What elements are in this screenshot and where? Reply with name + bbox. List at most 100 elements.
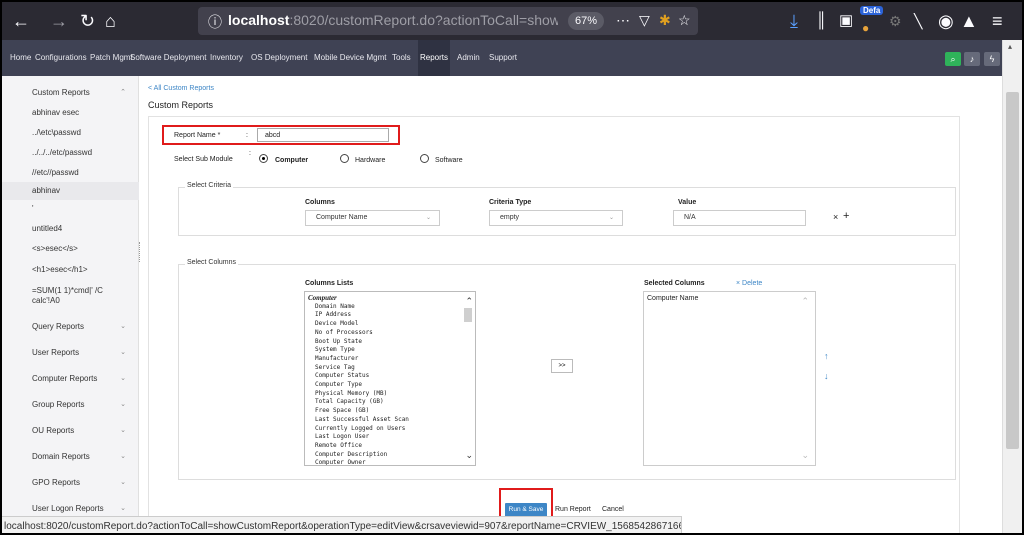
extension3-icon[interactable]: ╲ (914, 11, 922, 31)
reload-icon[interactable]: ↻ (80, 11, 95, 31)
move-down-icon[interactable]: ↓ (824, 371, 829, 381)
home-icon[interactable]: ⌂ (105, 11, 116, 31)
back-icon[interactable]: ← (12, 11, 30, 31)
nav-home[interactable]: Home (10, 40, 31, 76)
run-report-button[interactable]: Run Report (555, 506, 591, 513)
run-save-button[interactable]: Run & Save (505, 503, 547, 517)
sidebar-item[interactable]: <h1>esec</h1> (32, 265, 88, 274)
forward-icon[interactable]: → (50, 11, 68, 31)
sidebar-item[interactable]: //etc//passwd (32, 168, 79, 177)
quick-action-icon[interactable]: ϟ (984, 52, 1000, 66)
column-list-item[interactable]: Computer Status (305, 372, 475, 381)
nav-configurations[interactable]: Configurations (35, 40, 87, 76)
nav-inventory[interactable]: Inventory (210, 40, 243, 76)
page-scrollbar-thumb[interactable] (1006, 92, 1019, 449)
radio-software[interactable] (420, 154, 429, 163)
library-icon[interactable]: ║ (816, 11, 827, 31)
zoom-level[interactable]: 67% (568, 12, 605, 30)
extension-icon[interactable]: ● (862, 18, 869, 38)
radio-hardware-label[interactable]: Hardware (355, 157, 385, 164)
chevron-down-icon[interactable]: ⌄ (120, 504, 126, 512)
column-list-item[interactable]: System Type (305, 346, 475, 355)
remove-criteria-icon[interactable]: × (833, 212, 838, 222)
list-scroll-up-icon[interactable]: ⌃ (465, 296, 473, 307)
nav-software-deployment[interactable]: Software Deployment (130, 40, 206, 76)
column-list-item[interactable]: Free Space (GB) (305, 407, 475, 416)
column-list-item[interactable]: Total Capacity (GB) (305, 398, 475, 407)
nav-mobile-device-mgmt[interactable]: Mobile Device Mgmt (314, 40, 386, 76)
extension2-icon[interactable]: ⚙ (889, 11, 902, 31)
radio-computer-label[interactable]: Computer (275, 157, 308, 164)
selected-scroll-down-icon[interactable]: ⌄ (801, 450, 809, 461)
move-right-button[interactable]: >> (551, 359, 573, 373)
pocket-icon[interactable]: ▽ (639, 12, 650, 29)
nav-tools[interactable]: Tools (392, 40, 411, 76)
sidebar-item[interactable]: ../\etc\passwd (32, 128, 81, 137)
sidebar-item[interactable]: ../../../etc/passwd (32, 148, 92, 157)
sidebar-item[interactable]: <s>esec</s> (32, 244, 78, 253)
search-icon[interactable]: ⌕ (945, 52, 961, 66)
download-icon[interactable]: ⤓ (790, 11, 798, 31)
chevron-up-icon[interactable]: ⌃ (120, 88, 126, 96)
sidebar-section-user-reports[interactable]: User Reports (32, 348, 79, 357)
notification-icon[interactable]: ♪ (964, 52, 980, 66)
column-list-item[interactable]: Last Successful Asset Scan (305, 416, 475, 425)
sidebar-section-domain-reports[interactable]: Domain Reports (32, 452, 90, 461)
delete-link[interactable]: × Delete (736, 280, 762, 287)
nav-admin[interactable]: Admin (457, 40, 480, 76)
sidebar-item[interactable]: untitled4 (32, 224, 62, 233)
extension4-icon[interactable]: ▲ (960, 11, 978, 31)
criteria-column-select[interactable]: Computer Name ⌄ (305, 210, 440, 226)
add-criteria-icon[interactable]: + (843, 210, 849, 222)
bookmark-star-icon[interactable]: ☆ (678, 12, 691, 29)
chevron-down-icon[interactable]: ⌄ (120, 452, 126, 460)
chevron-down-icon[interactable]: ⌄ (120, 426, 126, 434)
column-list-item[interactable]: No of Processors (305, 329, 475, 338)
column-list-item[interactable]: Service Tag (305, 364, 475, 373)
nav-os-deployment[interactable]: OS Deployment (251, 40, 307, 76)
page-actions-icon[interactable]: ⋯ (616, 12, 630, 29)
chevron-down-icon[interactable]: ⌄ (120, 322, 126, 330)
report-name-input[interactable]: abcd (257, 128, 389, 142)
sidebar-section-ou-reports[interactable]: OU Reports (32, 426, 74, 435)
list-scroll-down-icon[interactable]: ⌄ (465, 450, 473, 461)
account-icon[interactable]: ◉ (938, 11, 954, 31)
selected-columns-listbox[interactable]: Computer Name ⌃ ⌄ (643, 291, 816, 466)
sidebar-item-cont[interactable]: calc'!A0 (32, 296, 60, 305)
column-list-item[interactable]: Currently Logged on Users (305, 425, 475, 434)
radio-computer[interactable] (259, 154, 268, 163)
selected-column-item[interactable]: Computer Name (644, 295, 815, 304)
nav-support[interactable]: Support (489, 40, 517, 76)
url-bar[interactable]: ⓘ localhost:8020/customReport.do?actionT… (198, 7, 698, 35)
cancel-button[interactable]: Cancel (602, 506, 624, 513)
nav-reports[interactable]: Reports (418, 40, 451, 76)
criteria-type-select[interactable]: empty ⌄ (489, 210, 623, 226)
move-up-icon[interactable]: ↑ (824, 351, 829, 361)
column-list-item[interactable]: Manufacturer (305, 355, 475, 364)
sidebar-section-group-reports[interactable]: Group Reports (32, 400, 84, 409)
column-list-item[interactable]: IP Address (305, 311, 475, 320)
sidebar-toggle-icon[interactable]: ▣ (839, 11, 853, 31)
radio-hardware[interactable] (340, 154, 349, 163)
menu-icon[interactable]: ≡ (992, 11, 1003, 31)
columns-listbox[interactable]: Computer Domain Name IP Address Device Mod… (304, 291, 476, 466)
sidebar-item-selected[interactable]: abhinav (2, 182, 139, 200)
sidebar-section-user-logon-reports[interactable]: User Logon Reports (32, 504, 104, 513)
chevron-down-icon[interactable]: ⌄ (120, 374, 126, 382)
column-list-item[interactable]: Computer Description (305, 451, 475, 460)
nav-patch-mgmt[interactable]: Patch Mgmt (90, 40, 133, 76)
chevron-down-icon[interactable]: ⌄ (120, 400, 126, 408)
sidebar-section-computer-reports[interactable]: Computer Reports (32, 374, 97, 383)
chevron-down-icon[interactable]: ⌄ (120, 478, 126, 486)
site-info-icon[interactable]: ⓘ (208, 12, 222, 32)
sidebar-section-gpo-reports[interactable]: GPO Reports (32, 478, 80, 487)
profile-badge[interactable]: Defa (860, 6, 884, 15)
column-list-item[interactable]: Device Model (305, 320, 475, 329)
column-list-item[interactable]: Boot Up State (305, 338, 475, 347)
column-list-item[interactable]: Domain Name (305, 303, 475, 312)
column-list-item[interactable]: Last Logon User (305, 433, 475, 442)
column-list-item[interactable]: Remote Office (305, 442, 475, 451)
list-scroll-thumb[interactable] (464, 308, 472, 322)
sidebar-item[interactable]: ' (32, 204, 34, 213)
sidebar-item[interactable]: =SUM(1 1)*cmd|' /C (32, 286, 103, 295)
